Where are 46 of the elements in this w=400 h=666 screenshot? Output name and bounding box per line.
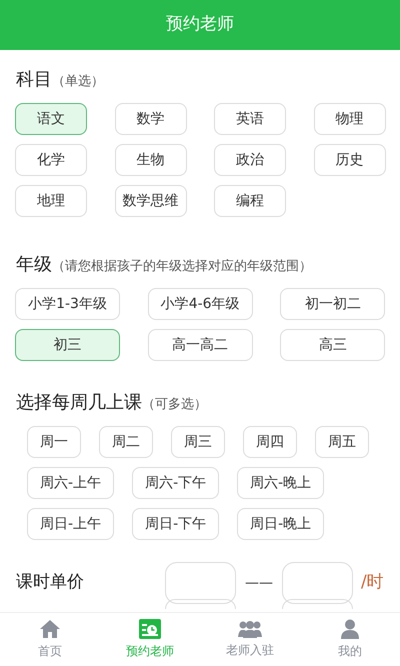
section-hint: （可多选） <box>142 396 207 414</box>
group-icon <box>238 620 262 638</box>
input-field[interactable] <box>165 562 236 604</box>
option-chip[interactable]: 周日-下午 <box>132 508 220 540</box>
option-chip[interactable]: 小学4-6年级 <box>148 288 253 320</box>
option-chip[interactable]: 初一初二 <box>280 288 386 320</box>
section-title: 选择每周几上课 <box>16 391 142 415</box>
calendar-clock-icon <box>139 619 161 639</box>
option-chip[interactable]: 周六-下午 <box>132 467 220 499</box>
section-hint: （单选） <box>52 73 104 91</box>
option-chip[interactable]: 周五 <box>315 426 369 458</box>
unit-label: /时 <box>361 571 384 594</box>
option-chip[interactable]: 语文 <box>15 103 87 135</box>
option-chip[interactable]: 高一高二 <box>148 329 253 361</box>
option-chip[interactable]: 政治 <box>214 144 286 176</box>
option-chip[interactable]: 小学1-3年级 <box>15 288 120 320</box>
section-title: 年级 <box>16 253 52 277</box>
option-chip[interactable]: 物理 <box>314 103 386 135</box>
option-chip[interactable]: 编程 <box>214 185 286 217</box>
input-field[interactable] <box>165 599 236 609</box>
option-chip[interactable]: 化学 <box>15 144 87 176</box>
option-chip[interactable]: 周四 <box>243 426 297 458</box>
option-chip[interactable]: 数学 <box>114 103 186 135</box>
field-label: 课时单价 <box>16 571 85 594</box>
option-chip[interactable]: 周日-晚上 <box>237 508 324 540</box>
option-chip[interactable]: 初三 <box>15 329 120 361</box>
option-chip[interactable]: 历史 <box>314 144 386 176</box>
option-chip[interactable]: 数学思维 <box>114 185 186 217</box>
option-chip[interactable]: 周一 <box>27 426 81 458</box>
user-icon <box>341 619 359 639</box>
option-chip[interactable]: 周二 <box>99 426 153 458</box>
option-chip[interactable]: 周六-上午 <box>27 467 114 499</box>
option-chip[interactable]: 英语 <box>214 103 286 135</box>
section-title: 科目 <box>16 68 52 92</box>
section-hint: （请您根据孩子的年级选择对应的年级范围） <box>52 258 312 276</box>
option-chip[interactable]: 周日-上午 <box>27 508 114 540</box>
home-icon <box>39 619 61 639</box>
option-chip[interactable]: 周三 <box>171 426 225 458</box>
input-field[interactable] <box>282 599 353 609</box>
option-chip[interactable]: 生物 <box>114 144 186 176</box>
option-chip[interactable]: 周六-晚上 <box>237 467 324 499</box>
header-title: 预约老师 <box>166 13 234 36</box>
option-chip[interactable]: 高三 <box>280 329 386 361</box>
range-separator: —— <box>244 574 274 592</box>
input-field[interactable] <box>282 562 353 604</box>
option-chip[interactable]: 地理 <box>15 185 87 217</box>
